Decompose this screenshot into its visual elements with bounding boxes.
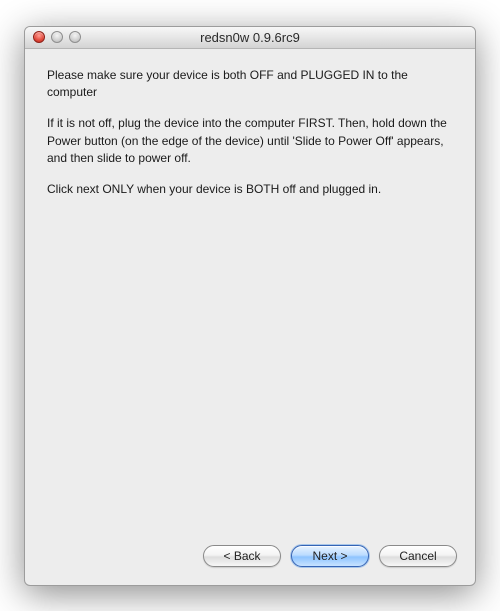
back-button[interactable]: < Back (203, 545, 281, 567)
instruction-line-3: Click next ONLY when your device is BOTH… (47, 181, 453, 198)
zoom-icon[interactable] (69, 31, 81, 43)
minimize-icon[interactable] (51, 31, 63, 43)
instruction-line-1: Please make sure your device is both OFF… (47, 67, 453, 102)
window-controls (33, 31, 81, 43)
next-button[interactable]: Next > (291, 545, 369, 567)
instruction-line-2: If it is not off, plug the device into t… (47, 115, 453, 167)
cancel-button[interactable]: Cancel (379, 545, 457, 567)
close-icon[interactable] (33, 31, 45, 43)
button-row: < Back Next > Cancel (25, 533, 475, 585)
titlebar: redsn0w 0.9.6rc9 (25, 27, 475, 49)
content-area: Please make sure your device is both OFF… (25, 49, 475, 533)
app-window: redsn0w 0.9.6rc9 Please make sure your d… (24, 26, 476, 586)
window-title: redsn0w 0.9.6rc9 (25, 30, 475, 45)
